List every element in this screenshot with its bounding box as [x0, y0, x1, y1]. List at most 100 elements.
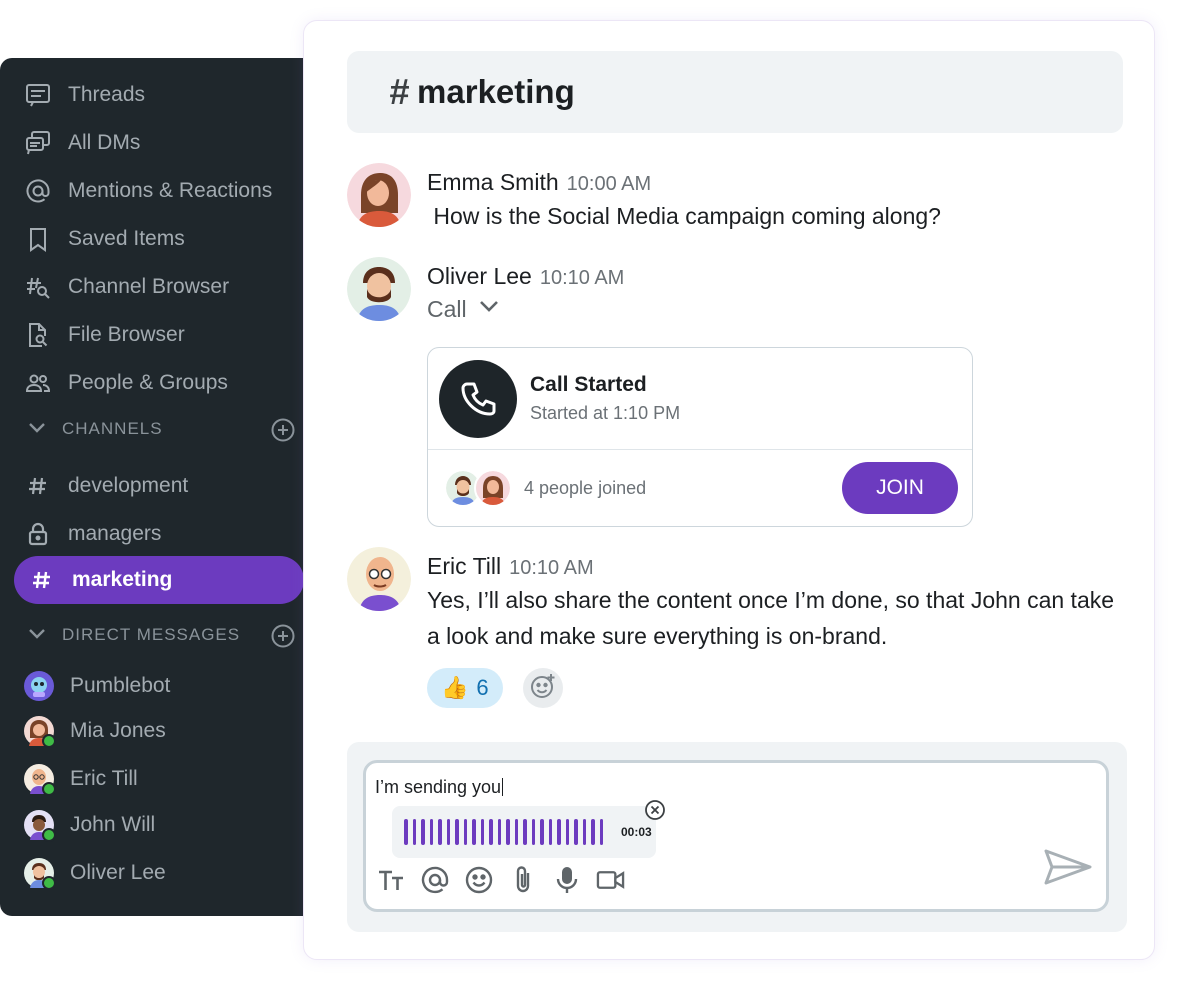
avatar: [24, 716, 56, 748]
dm-item-label: John Will: [70, 813, 156, 836]
sidebar-item-label: Mentions & Reactions: [68, 179, 273, 202]
join-call-button[interactable]: JOIN: [842, 462, 958, 514]
online-status-dot: [42, 782, 56, 796]
sidebar-item-label: marketing: [72, 568, 173, 591]
sidebar-item-label: Channel Browser: [68, 275, 230, 298]
sidebar-item-channel-browser[interactable]: Channel Browser: [24, 272, 229, 302]
chevron-down-icon[interactable]: [24, 414, 50, 445]
call-start-time: Started at 1:10 PM: [530, 403, 681, 423]
video-icon[interactable]: [596, 865, 625, 894]
avatar: [24, 810, 56, 842]
message-composer[interactable]: I’m sending you 00:03: [363, 760, 1109, 912]
dm-item-oliver-lee[interactable]: Oliver Lee: [24, 858, 166, 890]
message-time: 10:10 AM: [539, 267, 625, 289]
clip-duration: 00:03: [621, 825, 652, 839]
message-time: 10:10 AM: [509, 557, 594, 579]
reaction-thumbs-up[interactable]: 👍 6: [427, 668, 503, 708]
composer-input-text: I’m sending you: [375, 777, 502, 797]
sidebar-item-marketing[interactable]: marketing: [14, 556, 304, 604]
call-card: Call Started Started at 1:10 PM 4 people…: [427, 347, 973, 527]
channel-hash-symbol: #: [389, 71, 410, 112]
sidebar-item-label: People & Groups: [68, 371, 228, 394]
lock-icon: [24, 520, 52, 548]
message-time: 10:00 AM: [566, 173, 652, 195]
microphone-icon[interactable]: [552, 865, 581, 894]
call-collapse-toggle[interactable]: Call: [427, 294, 1127, 324]
add-channel-icon[interactable]: [270, 417, 296, 448]
sidebar-item-label: development: [68, 474, 189, 497]
sidebar-item-people[interactable]: People & Groups: [24, 368, 228, 398]
add-emoji-icon: [528, 671, 558, 706]
composer-toolbar: [376, 865, 625, 894]
online-status-dot: [42, 828, 56, 842]
bot-avatar: [24, 671, 54, 701]
participant-avatars: [444, 469, 512, 507]
channels-section-header[interactable]: CHANNELS: [24, 414, 296, 444]
channel-title: marketing: [417, 73, 575, 110]
remove-clip-icon[interactable]: [644, 799, 666, 821]
sidebar-item-all-dms[interactable]: All DMs: [24, 128, 140, 158]
sidebar-item-label: managers: [68, 522, 162, 545]
dm-item-pumblebot[interactable]: Pumblebot: [24, 671, 170, 701]
call-toggle-label: Call: [427, 295, 467, 322]
sidebar-item-file-browser[interactable]: File Browser: [24, 320, 185, 350]
hash-icon: [24, 472, 52, 500]
avatar[interactable]: [347, 163, 411, 227]
sidebar-item-threads[interactable]: Threads: [24, 80, 145, 110]
sidebar-item-label: Saved Items: [68, 227, 185, 250]
composer-area: I’m sending you 00:03: [347, 742, 1127, 932]
avatar[interactable]: [347, 547, 411, 611]
participants-count: 4 people joined: [524, 477, 647, 498]
message-author[interactable]: Eric Till: [427, 553, 501, 580]
reaction-count: 6: [476, 675, 489, 700]
sidebar-item-saved[interactable]: Saved Items: [24, 224, 185, 254]
call-title: Call Started: [530, 373, 647, 396]
message-text: Yes, I’ll also share the content once I’…: [427, 587, 1115, 649]
mention-icon[interactable]: [420, 865, 449, 894]
people-icon: [24, 369, 52, 397]
dm-item-john-will[interactable]: John Will: [24, 810, 156, 842]
phone-icon: [439, 359, 517, 438]
channels-header-label: CHANNELS: [62, 419, 163, 438]
chat-panel: # marketing Emma Smith 10:00 AM How is t…: [303, 20, 1155, 960]
voice-clip-attachment[interactable]: 00:03: [392, 806, 656, 858]
attachment-icon[interactable]: [508, 865, 537, 894]
avatar: [24, 858, 56, 890]
channel-search-icon: [24, 273, 52, 301]
dm-header-label: DIRECT MESSAGES: [62, 625, 241, 644]
emoji-icon[interactable]: [464, 865, 493, 894]
dm-item-mia-jones[interactable]: Mia Jones: [24, 716, 166, 748]
dm-section-header[interactable]: DIRECT MESSAGES: [24, 620, 296, 650]
sidebar-item-label: All DMs: [68, 131, 141, 154]
dm-item-eric-till[interactable]: Eric Till: [24, 764, 138, 796]
sidebar-item-label: File Browser: [68, 323, 185, 346]
hash-icon: [28, 566, 56, 594]
thumbs-up-icon: 👍: [441, 675, 469, 700]
sidebar-item-development[interactable]: development: [24, 471, 188, 501]
send-icon[interactable]: [1042, 845, 1094, 889]
text-caret: [502, 778, 504, 796]
message-text: How is the Social Media campaign coming …: [427, 203, 941, 229]
avatar: [24, 764, 56, 796]
add-dm-icon[interactable]: [270, 623, 296, 654]
file-search-icon: [24, 321, 52, 349]
add-reaction-button[interactable]: [522, 668, 563, 708]
sidebar: Threads All DMs Mentions & Reactions Sav…: [0, 58, 318, 916]
all-dms-icon: [24, 129, 52, 157]
at-icon: [24, 177, 52, 205]
chevron-down-icon[interactable]: [24, 620, 50, 651]
channel-header: # marketing: [347, 51, 1123, 133]
message-author[interactable]: Emma Smith: [427, 169, 559, 196]
dm-item-label: Eric Till: [70, 767, 138, 790]
text-format-icon[interactable]: [376, 865, 405, 894]
avatar[interactable]: [347, 257, 411, 321]
bookmark-icon: [24, 225, 52, 253]
dm-item-label: Pumblebot: [70, 674, 171, 697]
composer-input[interactable]: I’m sending you: [375, 777, 504, 798]
sidebar-item-managers[interactable]: managers: [24, 519, 161, 549]
sidebar-item-mentions[interactable]: Mentions & Reactions: [24, 176, 272, 206]
threads-icon: [24, 81, 52, 109]
waveform: [404, 819, 603, 845]
dm-item-label: Oliver Lee: [70, 861, 166, 884]
message-author[interactable]: Oliver Lee: [427, 263, 532, 290]
